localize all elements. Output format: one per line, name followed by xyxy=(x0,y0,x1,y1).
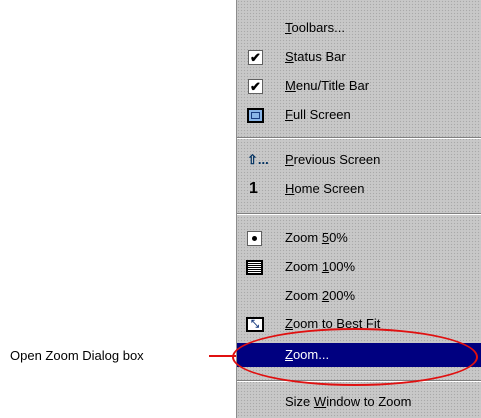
menu-item-label: Home Screen xyxy=(285,181,365,196)
menu-item-label: Size Window to Zoom xyxy=(285,394,412,409)
menu-item-zoom-50[interactable]: Zoom 50% xyxy=(237,226,481,250)
annotation-label: Open Zoom Dialog box xyxy=(10,348,144,363)
menu-item-zoom-dialog[interactable]: Zoom... xyxy=(237,343,481,367)
menu-item-label: Zoom to Best Fit xyxy=(285,316,381,331)
menu-item-full-screen[interactable]: Full Screen xyxy=(237,103,481,127)
menu-item-label: Zoom 50% xyxy=(285,230,348,245)
menu-item-label: Menu/Title Bar xyxy=(285,78,370,93)
menu-separator xyxy=(237,213,481,215)
menu-item-home-screen[interactable]: 1 Home Screen xyxy=(237,177,481,201)
menu-separator xyxy=(237,137,481,139)
menu-item-label: Status Bar xyxy=(285,49,346,64)
menu-item-label: Full Screen xyxy=(285,107,351,122)
menu-item-toolbars[interactable]: Toolbars... xyxy=(237,16,481,40)
checkmark-icon: ✔ xyxy=(248,78,263,94)
menu-item-label: Zoom 100% xyxy=(285,259,356,274)
menu-item-menu-title-bar[interactable]: ✔ Menu/Title Bar xyxy=(237,74,481,98)
full-screen-icon xyxy=(247,107,264,123)
menu-item-label: Zoom 200% xyxy=(285,288,356,303)
menu-item-label: Toolbars... xyxy=(285,20,345,35)
menu-item-zoom-200[interactable]: Zoom 200% xyxy=(237,284,481,308)
menu-separator xyxy=(237,380,481,382)
previous-screen-icon: ⇧... xyxy=(247,152,269,167)
annotation-pointer-line xyxy=(209,355,236,357)
checkmark-icon: ✔ xyxy=(248,49,263,65)
menu-item-previous-screen[interactable]: ⇧... Previous Screen xyxy=(237,148,481,172)
menu-item-zoom-best-fit[interactable]: ⤡ Zoom to Best Fit xyxy=(237,312,481,336)
menu-item-zoom-100[interactable]: Zoom 100% xyxy=(237,255,481,279)
radio-bullet-icon xyxy=(247,230,262,246)
menu-item-label: Zoom... xyxy=(285,347,330,362)
menu-item-label: Previous Screen xyxy=(285,152,381,167)
menu-item-status-bar[interactable]: ✔ Status Bar xyxy=(237,45,481,69)
best-fit-icon: ⤡ xyxy=(246,316,264,332)
zoom-100-icon xyxy=(246,259,263,275)
view-menu: Toolbars... ✔ Status Bar ✔ Menu/Title Ba… xyxy=(236,0,481,418)
menu-item-size-window-to-zoom[interactable]: Size Window to Zoom xyxy=(237,390,481,414)
home-screen-icon: 1 xyxy=(249,180,258,197)
